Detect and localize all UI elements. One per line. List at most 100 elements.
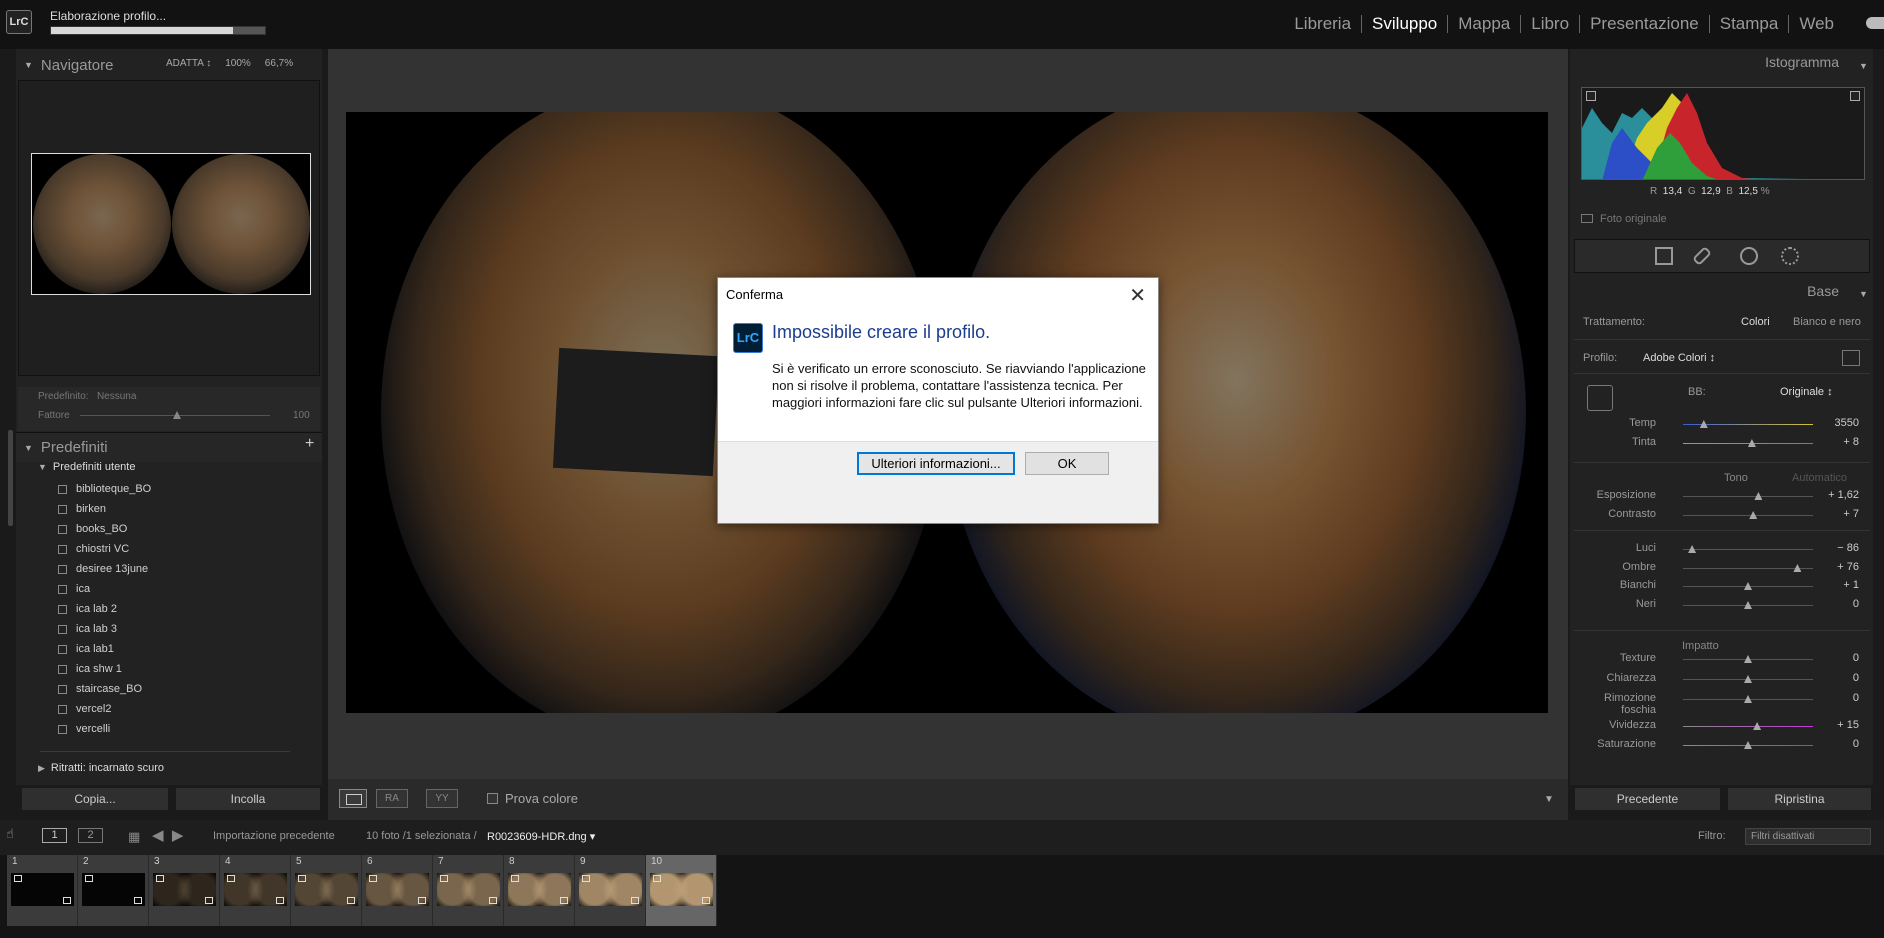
preset-item[interactable]: vercel2 [58,699,151,719]
preset-item[interactable]: biblioteque_BO [58,479,151,499]
paste-button[interactable]: Incolla [175,787,321,811]
slider-value[interactable]: + 1 [1799,579,1859,591]
cloud-icon[interactable] [1866,17,1884,29]
slider-value[interactable]: 0 [1799,652,1859,664]
auto-tone-button[interactable]: Automatico [1792,472,1847,484]
masking-icon[interactable] [1781,247,1799,265]
red-eye-icon[interactable] [1740,247,1758,265]
preset-item[interactable]: desiree 13june [58,559,151,579]
slider-track[interactable] [1683,549,1813,550]
window-2-button[interactable]: 2 [78,828,103,843]
slider-value[interactable]: + 15 [1799,719,1859,731]
module-tab-sviluppo[interactable]: Sviluppo [1362,14,1447,34]
filter-dropdown[interactable]: Filtri disattivati [1745,828,1871,845]
filmstrip-thumbnail[interactable]: 1 [7,855,78,926]
preset-item[interactable]: chiostri VC [58,539,151,559]
slider-track[interactable] [1683,568,1813,569]
collapse-triangle-icon[interactable]: ▼ [1859,61,1868,71]
module-tab-libro[interactable]: Libro [1521,14,1579,34]
thumbnail-number: 5 [296,856,302,867]
presence-section-label: Impatto [1682,640,1719,652]
filmstrip-thumbnail[interactable]: 6 [362,855,433,926]
zoom-100-option[interactable]: 100% [225,58,251,69]
right-scrollbar[interactable] [1874,49,1884,785]
wb-dropdown[interactable]: Originale ↕ [1780,386,1833,398]
preset-item[interactable]: ica lab1 [58,639,151,659]
slider-value[interactable]: − 86 [1799,542,1859,554]
toolbar-menu-icon[interactable]: ▼ [1544,794,1554,805]
before-after-button[interactable]: RA [376,789,408,808]
treatment-bw-option[interactable]: Bianco e nero [1793,316,1861,328]
preset-item[interactable]: ica [58,579,151,599]
window-1-button[interactable]: 1 [42,828,67,843]
slider-value[interactable]: + 76 [1799,561,1859,573]
add-preset-button[interactable]: + [305,435,314,453]
preset-item[interactable]: ica shw 1 [58,659,151,679]
grid-view-icon[interactable]: ▦ [128,829,140,845]
presets-header[interactable]: ▼ Predefiniti [16,432,322,462]
treatment-color-option[interactable]: Colori [1741,316,1770,328]
copy-button[interactable]: Copia... [21,787,169,811]
preset-item[interactable]: ica lab 3 [58,619,151,639]
slider-value[interactable]: + 8 [1799,436,1859,448]
soft-proof-checkbox[interactable] [487,793,498,804]
filmstrip-thumbnail[interactable]: 2 [78,855,149,926]
zoom-fit-option[interactable]: ADATTA ↕ [166,58,211,69]
source-label[interactable]: Importazione precedente [213,830,335,842]
module-tab-presentazione[interactable]: Presentazione [1580,14,1709,34]
ok-button[interactable]: OK [1025,452,1109,475]
current-filename[interactable]: R0023609-HDR.dng ▾ [487,830,595,843]
preset-item[interactable]: staircase_BO [58,679,151,699]
filmstrip-thumbnail[interactable]: 4 [220,855,291,926]
preset-item[interactable]: books_BO [58,519,151,539]
filmstrip-thumbnail[interactable]: 5 [291,855,362,926]
module-tab-web[interactable]: Web [1789,14,1844,34]
slider-value[interactable]: 0 [1799,598,1859,610]
before-after-split-button[interactable]: YY [426,789,458,808]
preset-item[interactable]: ica lab 2 [58,599,151,619]
slider-track[interactable] [1683,726,1813,727]
basic-header[interactable]: Base [1570,283,1873,305]
filmstrip-hand-icon[interactable]: ☝ [6,826,14,842]
slider-track[interactable] [1683,496,1813,497]
previous-button[interactable]: Precedente [1574,787,1721,811]
preset-item[interactable]: vercelli [58,719,151,739]
crop-icon[interactable] [1655,247,1673,265]
filmstrip-thumbnail[interactable]: 9 [575,855,646,926]
collapse-triangle-icon[interactable]: ▼ [1859,289,1868,299]
filmstrip-thumbnail[interactable]: 7 [433,855,504,926]
loupe-view-button[interactable] [339,789,367,808]
navigator-thumbnail[interactable] [31,153,311,295]
left-scrollbar[interactable] [8,430,13,526]
filmstrip-thumbnail[interactable]: 10 [646,855,717,926]
histogram-header[interactable]: Istogramma [1570,54,1873,78]
module-tab-mappa[interactable]: Mappa [1448,14,1520,34]
preset-item[interactable]: birken [58,499,151,519]
portrait-presets-group[interactable]: ▶ Ritratti: incarnato scuro [38,762,164,774]
module-tab-stampa[interactable]: Stampa [1710,14,1789,34]
close-icon[interactable]: ✕ [1129,283,1146,308]
slider-value[interactable]: + 1,62 [1799,489,1859,501]
more-info-button[interactable]: Ulteriori informazioni... [857,452,1015,475]
forward-arrow-icon[interactable]: ▶ [172,827,184,844]
zoom-custom-option[interactable]: 66,7% [265,58,293,69]
highlight-clipping-icon[interactable] [1850,91,1860,101]
slider-track[interactable] [1683,443,1813,444]
profile-browser-icon[interactable] [1842,350,1860,366]
reset-button[interactable]: Ripristina [1727,787,1872,811]
profile-dropdown[interactable]: Adobe Colori ↕ [1643,352,1715,364]
slider-value[interactable]: 3550 [1799,417,1859,429]
back-arrow-icon[interactable]: ◀ [152,827,164,844]
eyedropper-icon[interactable] [1587,385,1613,411]
filmstrip-thumbnail[interactable]: 8 [504,855,575,926]
shadow-clipping-icon[interactable] [1586,91,1596,101]
module-tab-libreria[interactable]: Libreria [1284,14,1361,34]
user-presets-group[interactable]: ▼ Predefiniti utente [38,461,135,473]
filmstrip-thumbnail[interactable]: 3 [149,855,220,926]
slider-value[interactable]: 0 [1799,692,1859,704]
original-photo-checkbox[interactable] [1581,214,1593,223]
slider-value[interactable]: + 7 [1799,508,1859,520]
slider-value[interactable]: 0 [1799,672,1859,684]
slider-value[interactable]: 0 [1799,738,1859,750]
slider-track[interactable] [1683,515,1813,516]
